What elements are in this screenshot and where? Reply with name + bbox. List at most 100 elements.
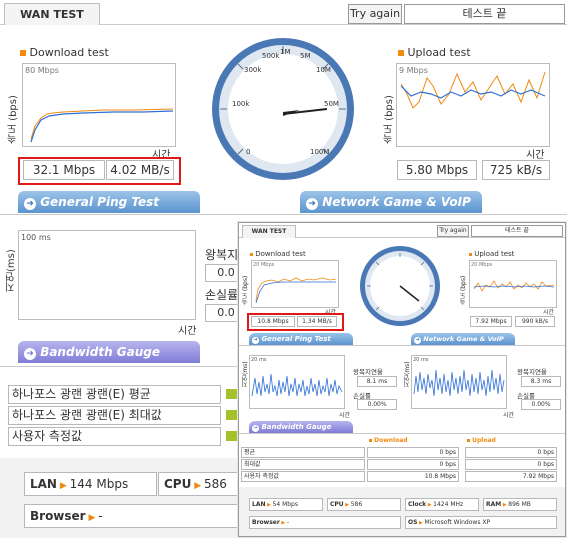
upload-chart-front: 20 Mbps [469,260,557,308]
cpu-value: 586 [204,477,227,491]
upload-chart: 9 Mbps [396,63,550,147]
gauge-tick: 5M [300,52,311,60]
bandwidth-row-up: 0 bps [465,447,557,458]
os-info-front: OS ▶ Microsoft Windows XP [405,516,557,529]
browser-info: Browser ▶ - [24,504,243,528]
test-status-field: 테스트 끝 [404,4,565,24]
tab-wan-test-front[interactable]: WAN TEST [242,225,296,238]
ping-loss-label: 손실률 [205,288,239,302]
os-value-front: Microsoft Windows XP [424,519,491,526]
ping-right-chart-front: 20 ms [411,355,507,409]
arrow-right-icon: ➜ [414,337,421,344]
gauge-tick: 10M [316,66,331,74]
arrow-right-icon: ➜ [24,348,36,360]
lan-value: 144 Mbps [69,477,129,491]
arrow-right-icon: ➜ [306,198,318,210]
bandwidth-bar [226,410,238,420]
bandwidth-row-down: 0 bps [367,459,459,470]
ping-left-loss-value-front: 0.00% [357,399,397,410]
lan-label: LAN [30,477,57,491]
arrow-small-icon: ▶ [56,481,70,491]
download-chart-front: 20 Mbps [251,260,339,308]
cpu-label: CPU [164,477,192,491]
gauge-tick: 1M [280,48,291,56]
bandwidth-bar [226,389,238,399]
bandwidth-gauge-header[interactable]: ➜ Bandwidth Gauge [18,341,200,363]
upload-graph [400,71,546,109]
download-graph-front [255,277,337,304]
upload-graph-front [473,280,555,292]
browser-label: Browser [30,509,86,523]
try-again-button[interactable]: Try again [348,4,402,24]
bandwidth-row-label: 사용자 측정값 [241,471,365,482]
voip-test-header[interactable]: ➜ Network Game & VoIP Test [300,191,482,231]
ping-test-header-front[interactable]: ➜ General Ping Test [249,333,353,345]
ping-test-header[interactable]: ➜ General Ping Test [18,191,200,213]
gauge-tick: 100M [310,148,330,156]
ping-right-xlabel-front: 시간 [503,412,515,419]
arrow-small-icon: ▶ [343,502,351,508]
download-mbs-value-front: 1.34 MB/s [297,316,337,327]
browser-value-front: - [286,519,289,526]
tab-wan-test[interactable]: WAN TEST [4,3,100,25]
front-window: WAN TEST Try again 테스트 끝 Download test 속… [238,222,566,537]
download-title-front: Download test [250,250,306,258]
speed-gauge-front [360,246,440,326]
orange-bullet-icon [469,253,472,256]
ping-ylabel: 지연(ms) [6,249,17,292]
clock-info-front: Clock ▶ 1424 MHz [405,498,479,511]
orange-bullet-icon [250,253,253,256]
bandwidth-row-label: 평균 [241,447,365,458]
cpu-info: CPU ▶ 586 [158,472,243,496]
bandwidth-bar [226,431,238,441]
ping-left-rtt-label-front: 왕복지연율 [353,368,383,376]
upload-title-front: Upload test [469,250,514,258]
bandwidth-gauge-header-front[interactable]: ➜ Bandwidth Gauge [249,421,353,433]
arrow-right-icon: ➜ [252,425,259,432]
bandwidth-row-up: 0 bps [465,459,557,470]
ping-right-rtt-label-front: 왕복지연율 [517,368,547,376]
test-status-field-front: 테스트 끝 [471,225,563,237]
bandwidth-row-average: 하나포스 광랜 광랜(E) 평균 [8,385,221,404]
try-again-button-front[interactable]: Try again [437,225,469,237]
ping-right-loss-value-front: 0.00% [521,399,561,410]
arrow-right-icon: ➜ [252,337,259,344]
download-title: Download test [20,46,109,59]
gauge-tick: 50M [324,100,339,108]
ping-left-xlabel-front: 시간 [339,412,351,419]
upload-table-header-text: Upload [472,437,496,444]
clock-label-front: Clock [408,501,427,508]
clock-value-front: 1424 MHz [433,501,464,508]
arrow-right-icon: ➜ [24,198,36,210]
browser-value: - [98,509,103,523]
bandwidth-gauge-header-label: Bandwidth Gauge [40,345,161,359]
bandwidth-gauge-header-label-front: Bandwidth Gauge [261,423,332,431]
browser-label-front: Browser [252,519,280,526]
download-mbps-value: 32.1 Mbps [23,160,105,180]
upload-kbs-value: 725 kB/s [482,160,550,180]
orange-bullet-icon [398,50,404,56]
arrow-small-icon: ▶ [279,520,287,526]
ram-info-front: RAM ▶ 896 MB [483,498,557,511]
voip-test-header-front[interactable]: ➜ Network Game & VoIP Test [411,333,515,355]
lan-value-front: 54 Mbps [272,501,298,508]
upload-ylabel: 속도 (bps) [384,95,395,144]
gauge-tick: 100k [232,100,250,108]
download-ylabel-front: 속도 (bps) [242,275,249,305]
download-mbs-value: 4.02 MB/s [106,160,174,180]
gauge-tick-labels: 0 100k 300k 500k 1M 5M 10M 50M 100M [210,36,356,182]
ping-rtt-label: 왕복지 [205,248,239,262]
upload-kbs-value-front: 990 kB/s [515,316,555,327]
upload-xlabel-front: 시간 [543,309,555,316]
cpu-info-front: CPU ▶ 586 [327,498,401,511]
arrow-small-icon: ▶ [265,502,273,508]
bandwidth-row-up: 7.92 Mbps [465,471,557,482]
orange-bullet-icon [369,439,372,442]
download-table-header: Download [369,437,408,444]
ram-label-front: RAM [486,501,502,508]
download-chart: 80 Mbps [22,63,176,147]
download-title-text-front: Download test [255,250,306,258]
orange-bullet-icon [467,439,470,442]
bandwidth-row-label: 최대값 [241,459,365,470]
upload-table-header: Upload [467,437,496,444]
